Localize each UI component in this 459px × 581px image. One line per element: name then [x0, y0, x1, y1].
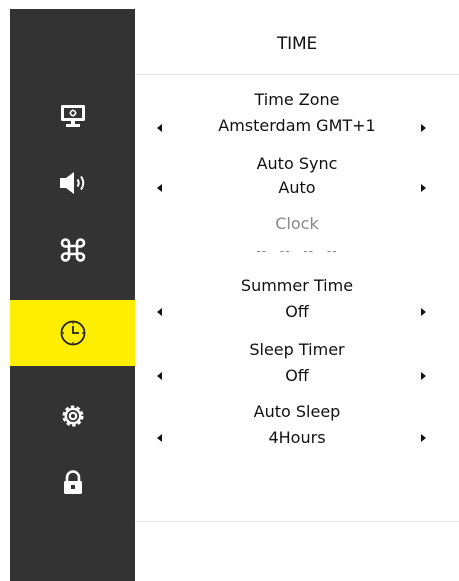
- sleep-timer-next-arrow[interactable]: [421, 372, 426, 380]
- divider-bottom: [135, 521, 459, 522]
- summer-time-value[interactable]: Off: [135, 302, 459, 321]
- page-title: TIME: [276, 34, 317, 54]
- sleep-timer-label: Sleep Timer: [249, 340, 345, 359]
- sidebar-item-shortcuts[interactable]: [10, 217, 135, 283]
- command-icon: [60, 238, 85, 262]
- auto-sleep-label: Auto Sleep: [253, 402, 341, 421]
- gear-icon: [62, 405, 83, 427]
- time-zone-value[interactable]: Amsterdam GMT+1: [135, 116, 459, 135]
- monitor-icon: [60, 105, 85, 127]
- clock-value: -- -- -- --: [256, 244, 338, 258]
- sidebar-item-lock[interactable]: [10, 450, 135, 516]
- time-zone-label: Time Zone: [254, 90, 340, 109]
- sleep-timer-value[interactable]: Off: [135, 366, 459, 385]
- divider-top: [135, 74, 459, 75]
- clock-label: Clock: [275, 214, 319, 233]
- auto-sleep-value[interactable]: 4Hours: [135, 428, 459, 447]
- summer-time-label: Summer Time: [240, 276, 354, 295]
- main-panel: TIME Time Zone Amsterdam GMT+1 Auto Sync…: [135, 0, 459, 581]
- lock-icon: [63, 470, 82, 494]
- sidebar-item-settings[interactable]: [10, 383, 135, 449]
- summer-time-next-arrow[interactable]: [421, 308, 426, 316]
- time-zone-next-arrow[interactable]: [421, 124, 426, 132]
- auto-sync-next-arrow[interactable]: [421, 184, 426, 192]
- sidebar-item-time[interactable]: [10, 300, 135, 366]
- speaker-icon: [59, 172, 84, 194]
- sidebar: [10, 9, 135, 581]
- sidebar-item-sound[interactable]: [10, 150, 135, 216]
- auto-sync-label: Auto Sync: [256, 154, 338, 173]
- sidebar-item-picture[interactable]: [10, 83, 135, 149]
- auto-sleep-next-arrow[interactable]: [421, 434, 426, 442]
- clock-icon: [60, 320, 85, 346]
- auto-sync-value[interactable]: Auto: [135, 178, 459, 197]
